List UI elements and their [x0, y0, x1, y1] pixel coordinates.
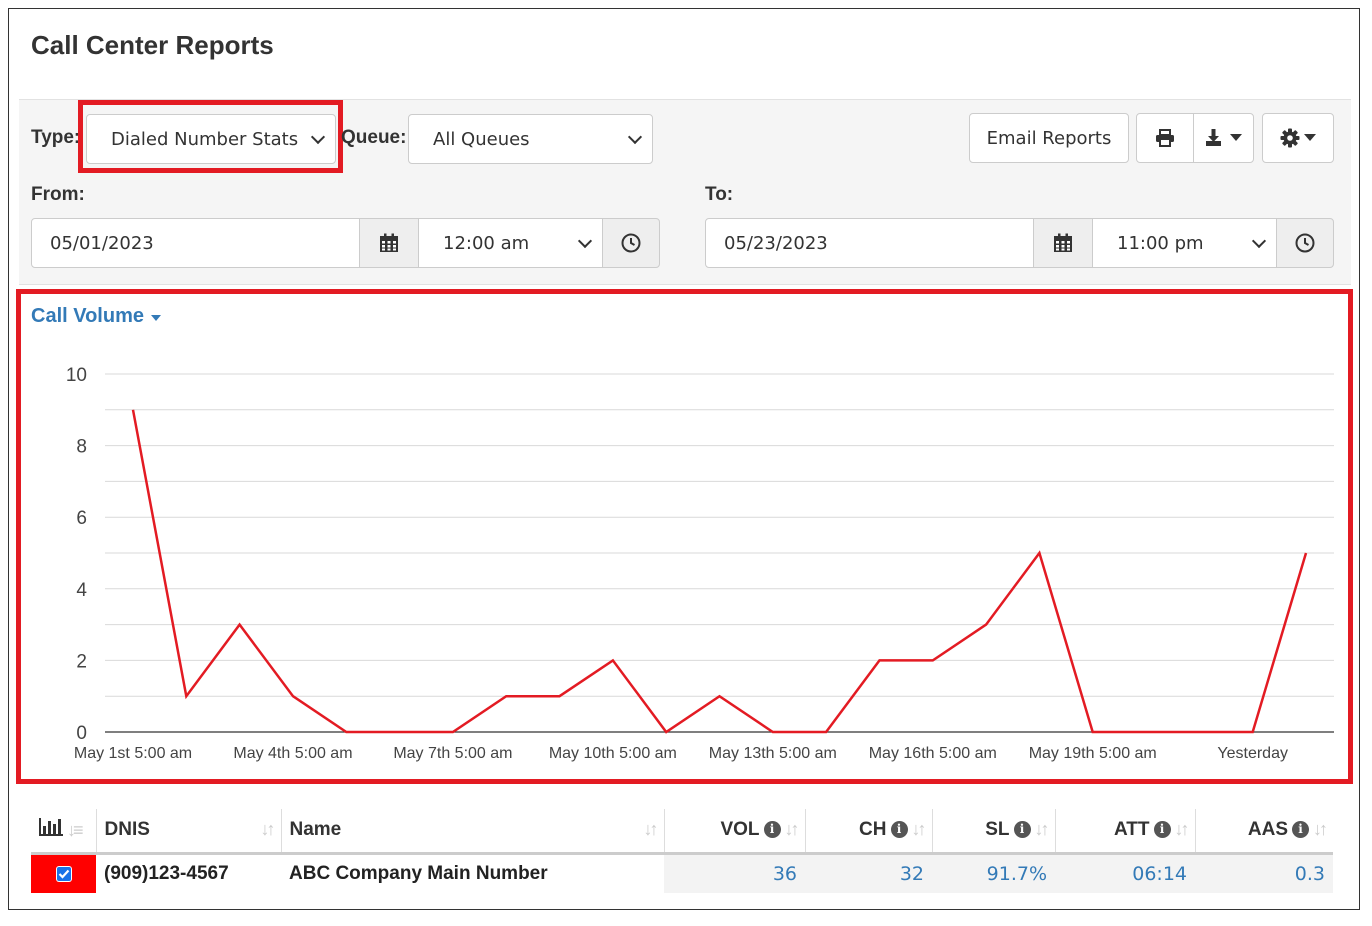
x-tick-label: May 10th 5:00 am: [549, 745, 677, 762]
sort-icon: ↓↑: [260, 819, 276, 840]
sort-icon: ↓↑: [784, 819, 800, 840]
y-tick-label: 6: [76, 508, 87, 529]
row-dnis-cell: (909)123-4567: [104, 862, 229, 884]
sort-icon: ↓↑: [1034, 819, 1050, 840]
sort-icon: ↓↑: [643, 819, 659, 840]
x-tick-label: Yesterday: [1217, 745, 1288, 762]
column-header-dnis[interactable]: DNIS ↓↑: [96, 809, 282, 855]
info-icon[interactable]: i: [1292, 820, 1309, 838]
att-header-label: ATT: [1113, 819, 1150, 841]
y-tick-label: 0: [76, 723, 87, 744]
column-header-vol[interactable]: VOL i ↓↑: [664, 809, 806, 855]
row-checkbox[interactable]: [55, 865, 72, 882]
row-vol-cell[interactable]: 36: [664, 853, 805, 893]
call-volume-chart: 0 2 4 6 8 10 May 1st 5:00 am May 4th 5:00 am Ma…: [66, 365, 1334, 762]
row-att-cell[interactable]: 06:14: [1055, 853, 1195, 893]
name-header-label: Name: [289, 819, 342, 841]
column-header-aas[interactable]: AAS i ↓↑: [1195, 809, 1333, 855]
column-header-name[interactable]: Name ↓↑: [281, 809, 665, 855]
bar-chart-icon: [39, 818, 63, 837]
aas-header-label: AAS: [1247, 819, 1288, 841]
ch-header-label: CH: [859, 819, 887, 841]
x-tick-label: May 19th 5:00 am: [1029, 745, 1157, 762]
row-sl-cell[interactable]: 91.7%: [932, 853, 1055, 893]
dnis-stats-table: ↓≡ DNIS ↓↑ Name ↓↑ VOL i ↓↑ CH i ↓↑ SL i ↓↑ AT…: [31, 809, 1333, 893]
row-aas-cell[interactable]: 0.3: [1195, 853, 1333, 893]
table-row[interactable]: (909)123-4567 ABC Company Main Number 36…: [31, 853, 1333, 893]
vol-header-label: VOL: [720, 819, 760, 841]
column-header-att[interactable]: ATT i ↓↑: [1055, 809, 1196, 855]
x-tick-label: May 4th 5:00 am: [233, 745, 352, 762]
x-tick-label: May 7th 5:00 am: [393, 745, 512, 762]
column-header-sl[interactable]: SL i ↓↑: [932, 809, 1056, 855]
table-header-row: ↓≡ DNIS ↓↑ Name ↓↑ VOL i ↓↑ CH i ↓↑ SL i ↓↑ AT…: [31, 809, 1333, 855]
sl-header-label: SL: [985, 819, 1010, 841]
column-header-ch[interactable]: CH i ↓↑: [805, 809, 933, 855]
sort-icon: ↓↑: [1174, 819, 1190, 840]
x-tick-label: May 16th 5:00 am: [869, 745, 997, 762]
row-name-cell: ABC Company Main Number: [289, 862, 548, 884]
sort-icon: ↓↑: [1313, 819, 1328, 840]
sort-icon: ↓↑: [911, 819, 927, 840]
y-tick-label: 4: [76, 580, 87, 601]
series-line[interactable]: [131, 409, 1308, 734]
row-chart-toggle-cell: [31, 853, 96, 893]
info-icon[interactable]: i: [1013, 820, 1031, 838]
info-icon[interactable]: i: [890, 820, 908, 838]
x-tick-label: May 13th 5:00 am: [709, 745, 837, 762]
x-tick-label: May 1st 5:00 am: [74, 745, 192, 762]
chart-toggle-column-header[interactable]: ↓≡: [31, 809, 97, 855]
y-tick-label: 2: [76, 651, 87, 672]
sort-icon: ↓≡: [67, 820, 83, 841]
info-icon[interactable]: i: [763, 820, 781, 838]
y-tick-label: 10: [66, 365, 87, 386]
checkmark-icon: [58, 869, 69, 879]
dnis-header-label: DNIS: [104, 819, 150, 841]
row-ch-cell[interactable]: 32: [805, 853, 932, 893]
y-tick-label: 8: [76, 437, 87, 458]
info-icon[interactable]: i: [1153, 820, 1171, 838]
